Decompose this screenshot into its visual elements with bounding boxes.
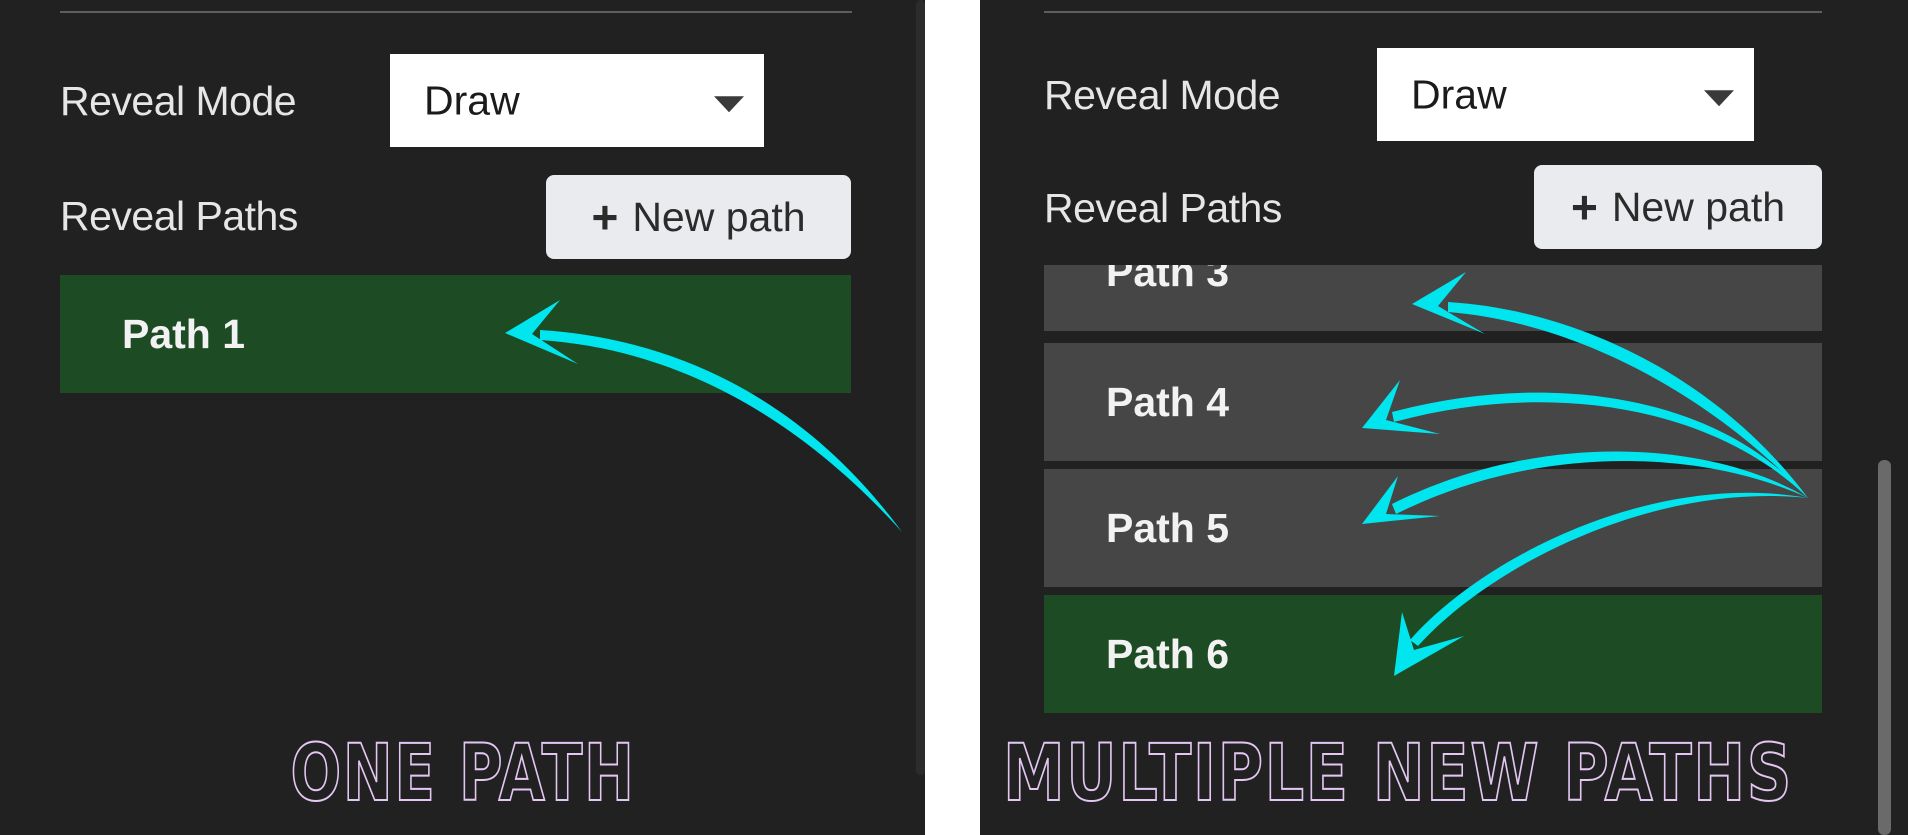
captions: ONE PATH MULTIPLE NEW PATHS: [290, 728, 1793, 820]
caption-multiple-new-paths: MULTIPLE NEW PATHS: [1003, 729, 1793, 819]
caption-one-path: ONE PATH: [291, 729, 636, 819]
